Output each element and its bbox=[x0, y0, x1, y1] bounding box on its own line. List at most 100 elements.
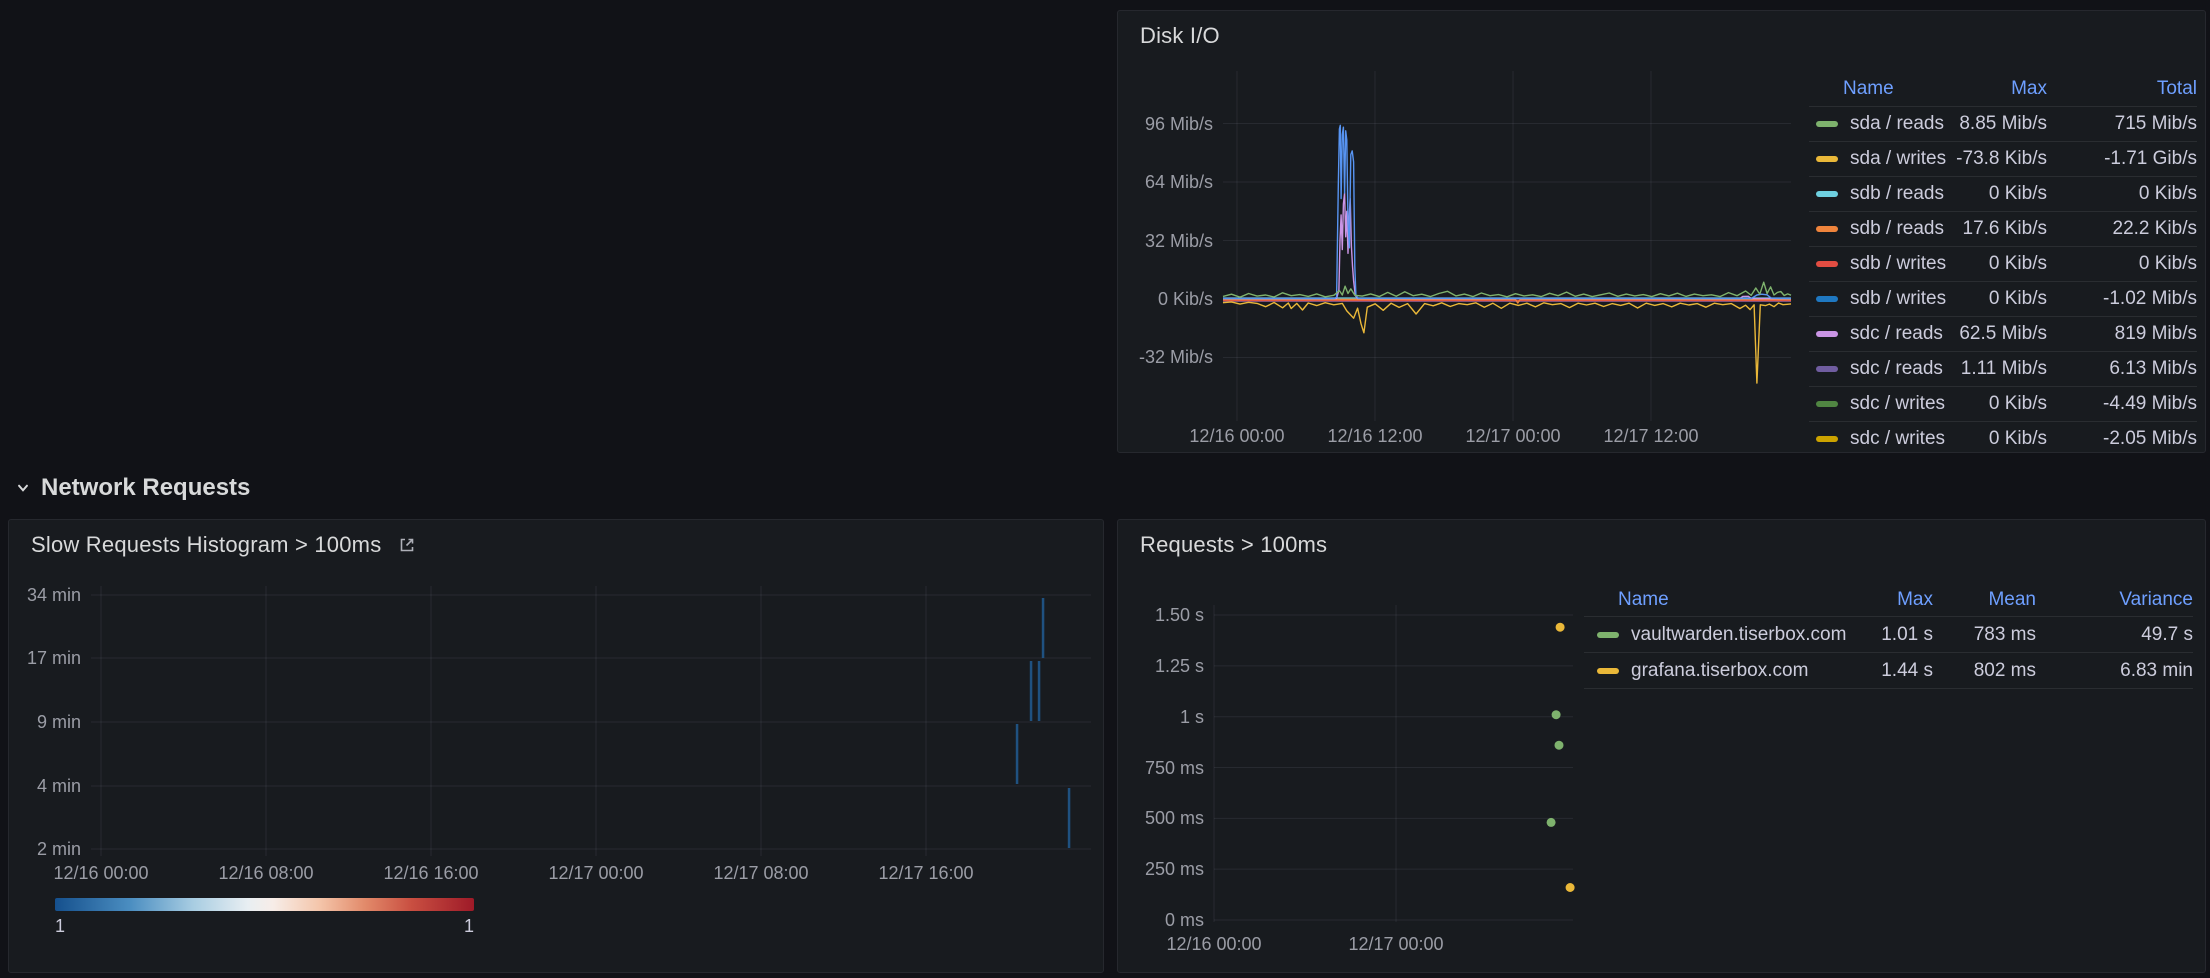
slow-y-tick-label: 2 min bbox=[9, 838, 81, 860]
slow-requests-histogram-panel: 34 min17 min9 min4 min2 min 12/16 00:001… bbox=[8, 519, 1104, 973]
heatmap-cell bbox=[1042, 598, 1045, 658]
legend-value-max: 1.01 s bbox=[1813, 624, 1933, 646]
legend-series-toggle[interactable]: sdb / writes bbox=[1809, 288, 1942, 310]
series-name: sdb / reads bbox=[1850, 183, 1944, 205]
slow-x-tick-label: 12/16 08:00 bbox=[196, 862, 336, 884]
legend-row-sdb-reads: sdb / reads0 Kib/s0 Kib/s bbox=[1809, 177, 2197, 212]
panel-title-requests[interactable]: Requests > 100ms bbox=[1140, 532, 1327, 558]
legend-row-sda-writes: sda / writes-73.8 Kib/s-1.71 Gib/s bbox=[1809, 142, 2197, 177]
external-link-icon[interactable] bbox=[397, 535, 417, 555]
legend-value-max: -73.8 Kib/s bbox=[1942, 148, 2047, 170]
series-color-swatch bbox=[1816, 436, 1838, 442]
legend-value-total: 6.13 Mib/s bbox=[2047, 358, 2197, 380]
legend-series-toggle[interactable]: grafana.tiserbox.com bbox=[1584, 660, 1813, 682]
series-name: sda / reads bbox=[1850, 113, 1944, 135]
series-name: sdb / writes bbox=[1850, 288, 1946, 310]
heatmap-cell bbox=[1016, 724, 1019, 784]
req-x-tick-label: 12/17 00:00 bbox=[1326, 933, 1466, 955]
req-y-tick-label: 500 ms bbox=[1118, 807, 1204, 829]
legend-value-mean: 783 ms bbox=[1933, 624, 2036, 646]
legend-series-toggle[interactable]: sdc / reads bbox=[1809, 323, 1942, 345]
disk-io-panel: 96 Mib/s64 Mib/s32 Mib/s0 Kib/s-32 Mib/s… bbox=[1117, 10, 2206, 453]
requests-panel: 1.50 s1.25 s1 s750 ms500 ms250 ms0 ms 12… bbox=[1117, 519, 2206, 973]
legend-series-toggle[interactable]: vaultwarden.tiserbox.com bbox=[1584, 624, 1813, 646]
legend-series-toggle[interactable]: sdc / writes bbox=[1809, 393, 1942, 415]
legend-series-toggle[interactable]: sdb / writes bbox=[1809, 253, 1942, 275]
legend-value-max: 0 Kib/s bbox=[1942, 253, 2047, 275]
legend-header-name[interactable]: Name bbox=[1584, 589, 1813, 611]
slow-x-tick-label: 12/16 16:00 bbox=[361, 862, 501, 884]
legend-header-max[interactable]: Max bbox=[1942, 78, 2047, 100]
heatmap-cell bbox=[1038, 661, 1041, 721]
legend-value-total: -1.71 Gib/s bbox=[2047, 148, 2197, 170]
series-name: sdb / writes bbox=[1850, 253, 1946, 275]
legend-series-toggle[interactable]: sda / writes bbox=[1809, 148, 1942, 170]
req-y-tick-label: 0 ms bbox=[1118, 909, 1204, 931]
legend-row-sdb-writes: sdb / writes0 Kib/s0 Kib/s bbox=[1809, 247, 2197, 282]
series-line-sdc-reads bbox=[1223, 193, 1791, 299]
series-color-swatch bbox=[1816, 121, 1838, 127]
legend-header-max[interactable]: Max bbox=[1813, 589, 1933, 611]
legend-value-total: 0 Kib/s bbox=[2047, 253, 2197, 275]
color-scale-max: 1 bbox=[464, 916, 474, 937]
disk-y-tick-label: -32 Mib/s bbox=[1118, 346, 1213, 368]
req-y-tick-label: 1 s bbox=[1118, 706, 1204, 728]
series-name: sdc / writes bbox=[1850, 428, 1945, 450]
section-label: Network Requests bbox=[41, 474, 250, 502]
legend-series-toggle[interactable]: sdb / reads bbox=[1809, 218, 1942, 240]
disk-y-tick-label: 64 Mib/s bbox=[1118, 171, 1213, 193]
legend-value-variance: 6.83 min bbox=[2036, 660, 2193, 682]
panel-title-disk-io[interactable]: Disk I/O bbox=[1140, 23, 1220, 49]
color-scale-min: 1 bbox=[55, 916, 65, 937]
legend-value-max: 0 Kib/s bbox=[1942, 428, 2047, 450]
legend-row-sdc-writes: sdc / writes0 Kib/s-2.05 Mib/s bbox=[1809, 422, 2197, 453]
chevron-down-icon bbox=[14, 479, 32, 497]
series-name: sda / writes bbox=[1850, 148, 1946, 170]
req-y-tick-label: 750 ms bbox=[1118, 757, 1204, 779]
legend-value-total: 22.2 Kib/s bbox=[2047, 218, 2197, 240]
req-y-tick-label: 1.50 s bbox=[1118, 604, 1204, 626]
scatter-point-vaultwarden-tiserbox-com bbox=[1547, 818, 1556, 827]
legend-header-variance[interactable]: Variance bbox=[2036, 589, 2193, 611]
series-line-sda-reads bbox=[1223, 282, 1791, 297]
legend-header-row: NameMaxMeanVariance bbox=[1584, 583, 2193, 617]
legend-series-toggle[interactable]: sdb / reads bbox=[1809, 183, 1942, 205]
panel-title-slow-requests[interactable]: Slow Requests Histogram > 100ms bbox=[31, 532, 381, 558]
legend-row-sdb-reads: sdb / reads17.6 Kib/s22.2 Kib/s bbox=[1809, 212, 2197, 247]
legend-value-max: 1.44 s bbox=[1813, 660, 1933, 682]
req-y-tick-label: 250 ms bbox=[1118, 858, 1204, 880]
series-color-swatch bbox=[1816, 261, 1838, 267]
legend-value-total: -4.49 Mib/s bbox=[2047, 393, 2197, 415]
legend-value-max: 0 Kib/s bbox=[1942, 393, 2047, 415]
legend-value-max: 62.5 Mib/s bbox=[1942, 323, 2047, 345]
disk-x-tick-label: 12/16 00:00 bbox=[1167, 425, 1307, 447]
series-color-swatch bbox=[1816, 156, 1838, 162]
requests-legend-table: NameMaxMeanVariance vaultwarden.tiserbox.… bbox=[1584, 583, 2193, 689]
slow-x-tick-label: 12/16 00:00 bbox=[31, 862, 171, 884]
legend-header-row: NameMaxTotal bbox=[1809, 71, 2197, 107]
legend-series-toggle[interactable]: sdc / writes bbox=[1809, 428, 1942, 450]
slow-x-tick-label: 12/17 16:00 bbox=[856, 862, 996, 884]
slow-y-tick-label: 34 min bbox=[9, 584, 81, 606]
legend-row-sdc-reads: sdc / reads1.11 Mib/s6.13 Mib/s bbox=[1809, 352, 2197, 387]
series-color-swatch bbox=[1597, 632, 1619, 638]
series-name: sdc / writes bbox=[1850, 393, 1945, 415]
legend-value-mean: 802 ms bbox=[1933, 660, 2036, 682]
legend-row-sda-reads: sda / reads8.85 Mib/s715 Mib/s bbox=[1809, 107, 2197, 142]
section-header-network-requests[interactable]: Network Requests bbox=[14, 474, 250, 502]
disk-x-tick-label: 12/17 12:00 bbox=[1581, 425, 1721, 447]
legend-header-total[interactable]: Total bbox=[2047, 78, 2197, 100]
legend-header-mean[interactable]: Mean bbox=[1933, 589, 2036, 611]
legend-header-name[interactable]: Name bbox=[1809, 78, 1942, 100]
slow-y-tick-label: 9 min bbox=[9, 711, 81, 733]
legend-series-toggle[interactable]: sda / reads bbox=[1809, 113, 1942, 135]
legend-value-total: 0 Kib/s bbox=[2047, 183, 2197, 205]
series-color-swatch bbox=[1816, 366, 1838, 372]
legend-value-max: 0 Kib/s bbox=[1942, 288, 2047, 310]
series-name: sdc / reads bbox=[1850, 358, 1943, 380]
scatter-point-vaultwarden-tiserbox-com bbox=[1555, 741, 1564, 750]
req-x-tick-label: 12/16 00:00 bbox=[1144, 933, 1284, 955]
legend-series-toggle[interactable]: sdc / reads bbox=[1809, 358, 1942, 380]
legend-value-total: 715 Mib/s bbox=[2047, 113, 2197, 135]
slow-y-tick-label: 17 min bbox=[9, 647, 81, 669]
